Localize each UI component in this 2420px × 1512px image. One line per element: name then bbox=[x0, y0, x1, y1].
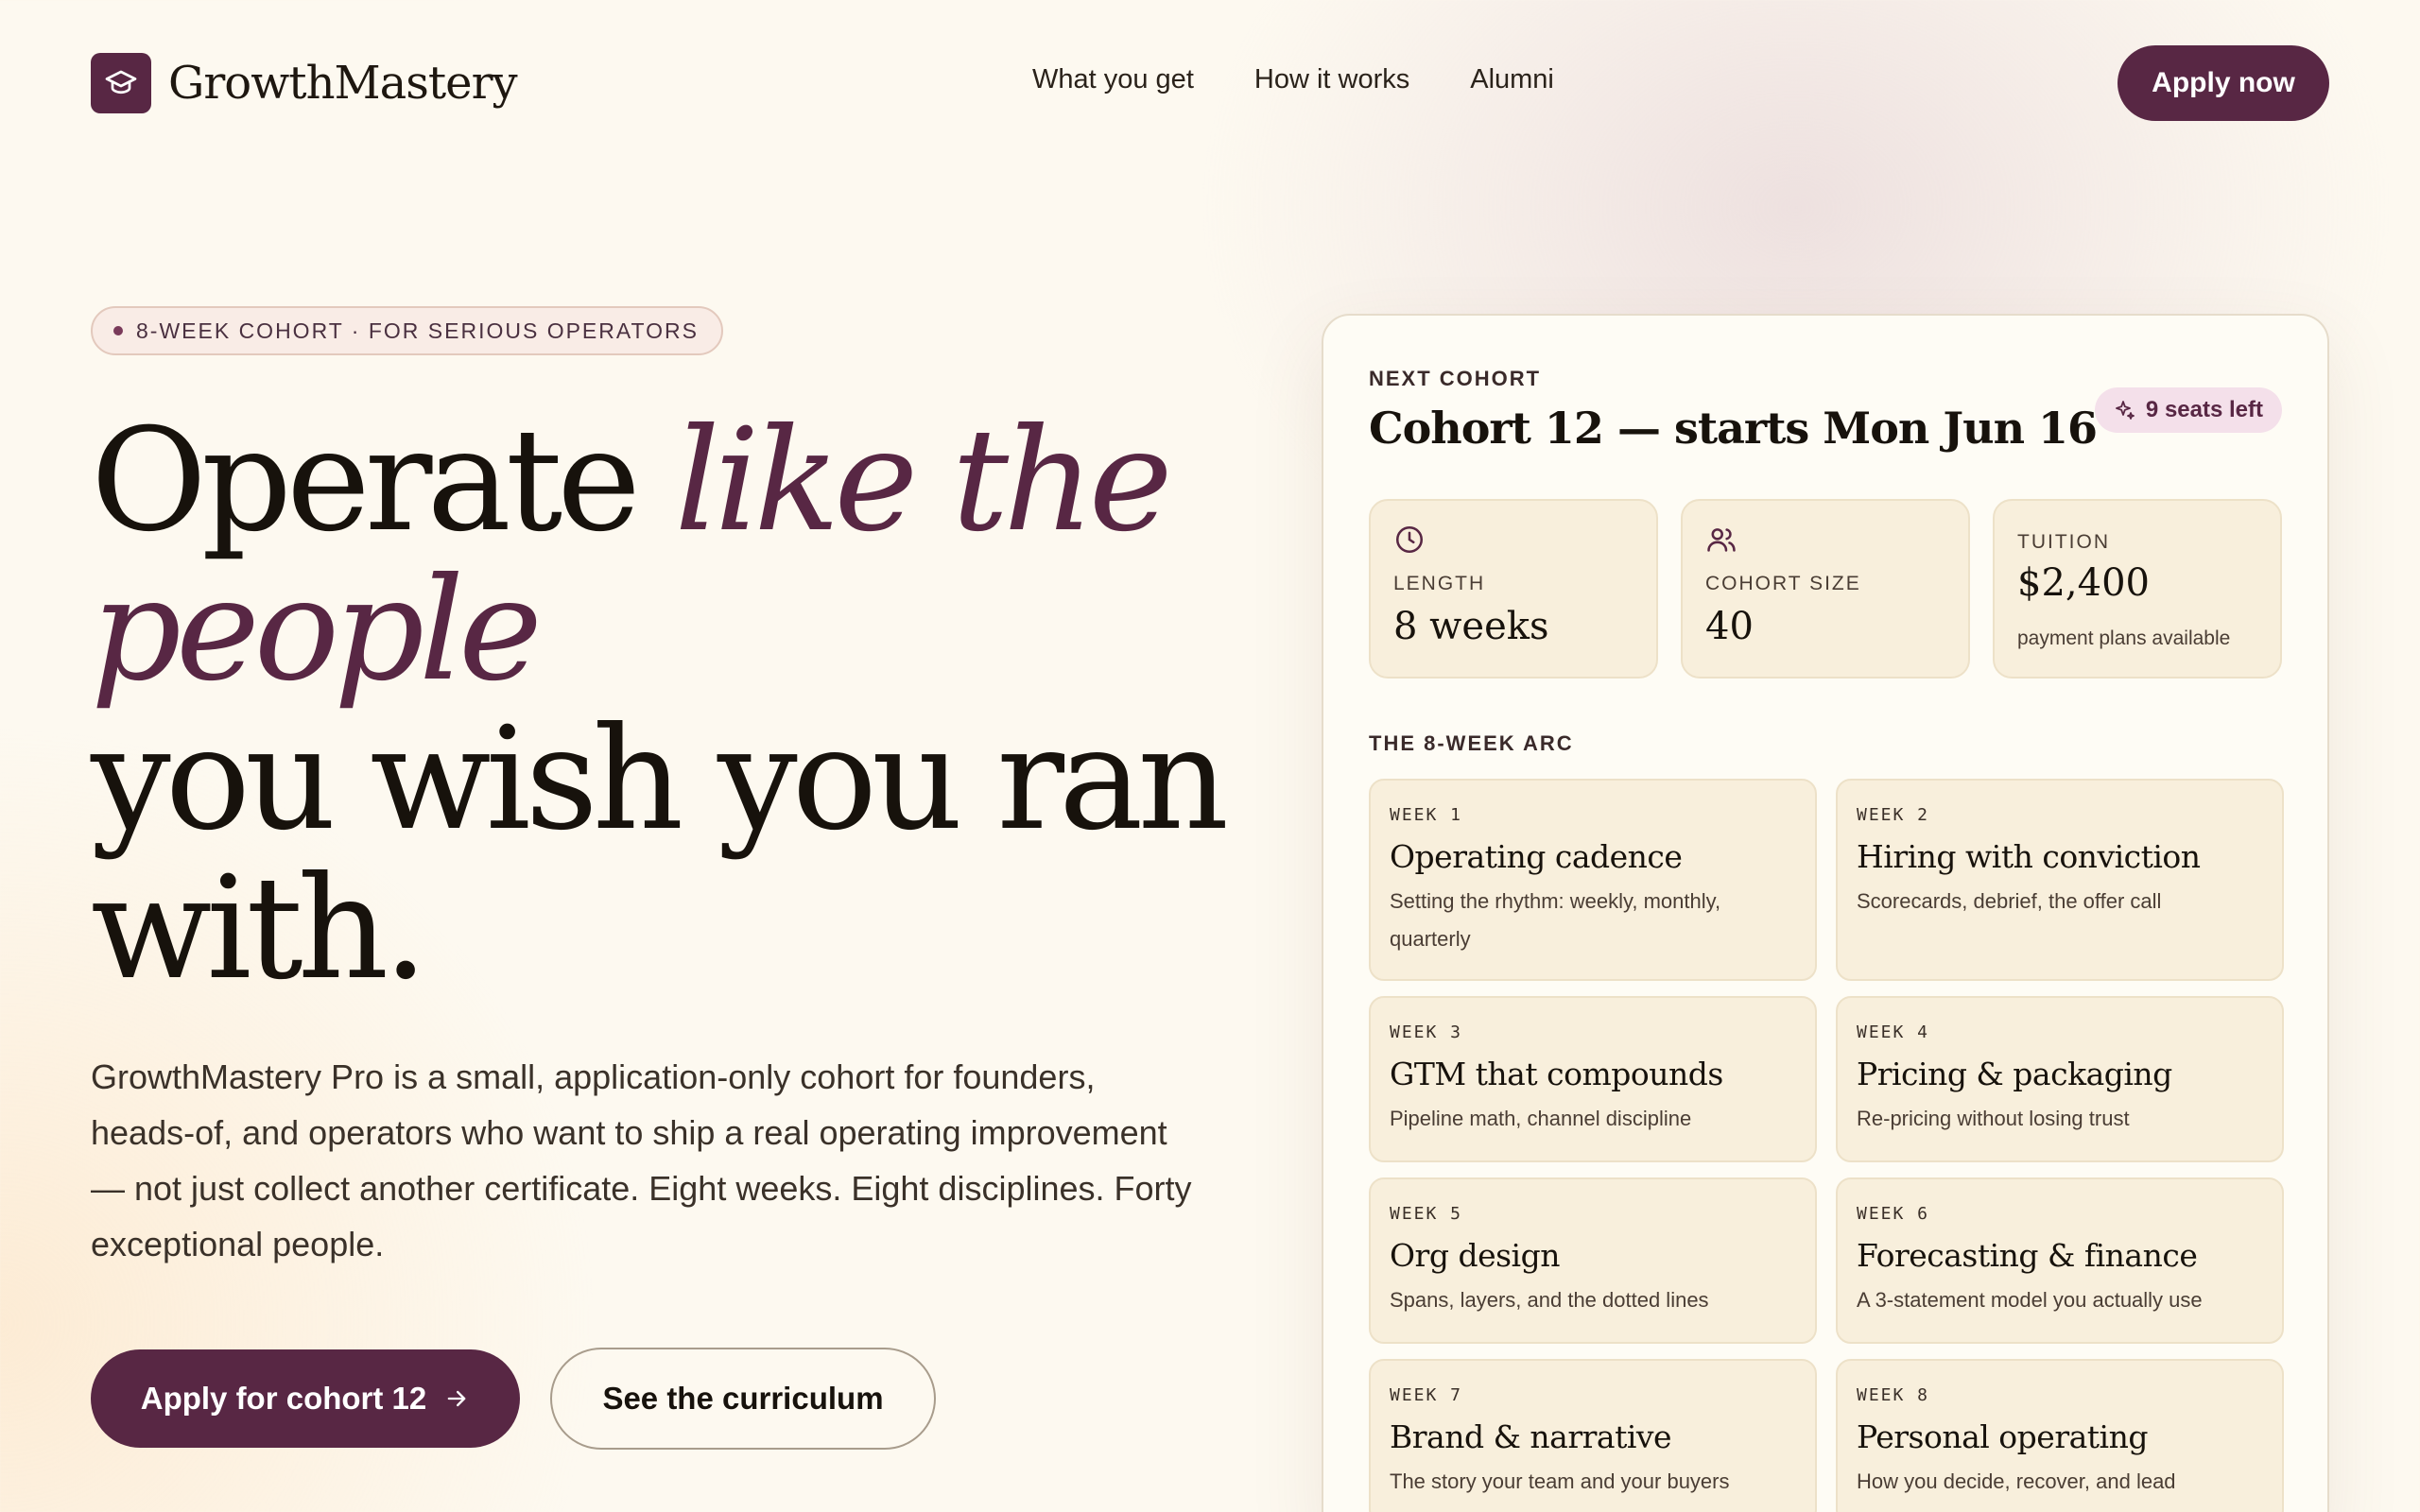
week-title: GTM that compounds bbox=[1390, 1056, 1723, 1092]
stat-value: $2,400 bbox=[2017, 561, 2150, 605]
week-card[interactable]: WEEK 2 Hiring with conviction Scorecards… bbox=[1836, 779, 2284, 981]
week-card[interactable]: WEEK 7 Brand & narrative The story your … bbox=[1369, 1359, 1817, 1512]
headline-part-2: you wish you ran with. bbox=[91, 697, 1229, 1011]
stat-value: 8 weeks bbox=[1393, 605, 1549, 648]
cohort-title: Cohort 12 — starts Mon Jun 16 bbox=[1369, 403, 2098, 454]
cohort-card: NEXT COHORT Cohort 12 — starts Mon Jun 1… bbox=[1322, 314, 2329, 1512]
week-title: Pricing & packaging bbox=[1857, 1056, 2172, 1092]
cohort-badge: 8-WEEK COHORT · FOR SERIOUS OPERATORS bbox=[91, 306, 723, 355]
week-title: Personal operating bbox=[1857, 1418, 2148, 1455]
graduation-cap-icon bbox=[91, 53, 151, 113]
week-card[interactable]: WEEK 6 Forecasting & finance A 3-stateme… bbox=[1836, 1177, 2284, 1344]
primary-nav: What you get How it works Alumni bbox=[1032, 64, 1554, 95]
week-description: A 3-statement model you actually use bbox=[1857, 1288, 2203, 1312]
week-description: Spans, layers, and the dotted lines bbox=[1390, 1288, 1709, 1312]
week-description: How you decide, recover, and lead bbox=[1857, 1469, 2176, 1493]
week-title: Operating cadence bbox=[1390, 838, 1683, 875]
stat-value: 40 bbox=[1705, 605, 1754, 648]
badge-dot bbox=[113, 326, 123, 335]
week-title: Forecasting & finance bbox=[1857, 1237, 2198, 1274]
week-number: WEEK 7 bbox=[1390, 1385, 1463, 1405]
apply-now-button[interactable]: Apply now bbox=[2118, 45, 2329, 121]
week-description: Scorecards, debrief, the offer call bbox=[1857, 889, 2162, 913]
stat-label: LENGTH bbox=[1393, 573, 1486, 594]
week-title: Hiring with conviction bbox=[1857, 838, 2201, 875]
seats-left-text: 9 seats left bbox=[2145, 397, 2263, 422]
week-card[interactable]: WEEK 3 GTM that compounds Pipeline math,… bbox=[1369, 996, 1817, 1162]
week-card[interactable]: WEEK 4 Pricing & packaging Re-pricing wi… bbox=[1836, 996, 2284, 1162]
hero-headline: Operate like the people you wish you ran … bbox=[91, 406, 1263, 1004]
week-number: WEEK 8 bbox=[1857, 1385, 1930, 1405]
see-curriculum-button[interactable]: See the curriculum bbox=[550, 1348, 936, 1450]
week-number: WEEK 5 bbox=[1390, 1204, 1463, 1224]
week-title: Brand & narrative bbox=[1390, 1418, 1672, 1455]
week-description: The story your team and your buyers bbox=[1390, 1469, 1730, 1493]
nav-link-what-you-get[interactable]: What you get bbox=[1032, 64, 1194, 95]
week-number: WEEK 4 bbox=[1857, 1022, 1930, 1042]
stat-tuition: TUITION $2,400 payment plans available bbox=[1993, 499, 2282, 679]
weeks-grid: WEEK 1 Operating cadence Setting the rhy… bbox=[1369, 779, 2284, 1512]
week-description: Re-pricing without losing trust bbox=[1857, 1107, 2130, 1130]
stat-length: LENGTH 8 weeks bbox=[1369, 499, 1658, 679]
brand-name: GrowthMastery bbox=[168, 57, 518, 110]
arc-eyebrow: THE 8-WEEK ARC bbox=[1369, 731, 1574, 755]
week-number: WEEK 3 bbox=[1390, 1022, 1463, 1042]
week-title: Org design bbox=[1390, 1237, 1560, 1274]
stat-cohort-size: COHORT SIZE 40 bbox=[1681, 499, 1970, 679]
sparkle-icon bbox=[2116, 401, 2135, 420]
stat-note: payment plans available bbox=[2017, 627, 2231, 649]
clock-icon bbox=[1395, 525, 1424, 554]
week-number: WEEK 6 bbox=[1857, 1204, 1930, 1224]
brand-logo[interactable]: GrowthMastery bbox=[91, 53, 518, 113]
stat-label: COHORT SIZE bbox=[1705, 573, 1861, 594]
week-description: Setting the rhythm: weekly, monthly, qua… bbox=[1390, 889, 1721, 951]
next-cohort-eyebrow: NEXT COHORT bbox=[1369, 367, 1542, 390]
week-card[interactable]: WEEK 5 Org design Spans, layers, and the… bbox=[1369, 1177, 1817, 1344]
cohort-stats: LENGTH 8 weeks COHORT SIZE 40 TUITION $2… bbox=[1369, 499, 2282, 679]
seats-left-badge: 9 seats left bbox=[2094, 387, 2282, 433]
nav-link-alumni[interactable]: Alumni bbox=[1470, 64, 1554, 95]
week-card[interactable]: WEEK 1 Operating cadence Setting the rhy… bbox=[1369, 779, 1817, 981]
apply-cohort-label: Apply for cohort 12 bbox=[140, 1381, 427, 1416]
stat-label: TUITION bbox=[2017, 531, 2110, 553]
badge-text: 8-WEEK COHORT · FOR SERIOUS OPERATORS bbox=[136, 318, 699, 343]
week-number: WEEK 2 bbox=[1857, 805, 1930, 825]
nav-link-how-it-works[interactable]: How it works bbox=[1254, 64, 1409, 95]
week-number: WEEK 1 bbox=[1390, 805, 1463, 825]
week-description: Pipeline math, channel discipline bbox=[1390, 1107, 1692, 1130]
arrow-right-icon bbox=[447, 1390, 466, 1407]
headline-part-1: Operate bbox=[91, 399, 675, 563]
site-header: GrowthMastery What you get How it works … bbox=[0, 0, 2420, 166]
hero-lead: GrowthMastery Pro is a small, applicatio… bbox=[91, 1057, 1192, 1263]
week-card[interactable]: WEEK 8 Personal operating How you decide… bbox=[1836, 1359, 2284, 1512]
apply-cohort-button[interactable]: Apply for cohort 12 bbox=[91, 1349, 520, 1448]
users-icon bbox=[1707, 528, 1736, 552]
